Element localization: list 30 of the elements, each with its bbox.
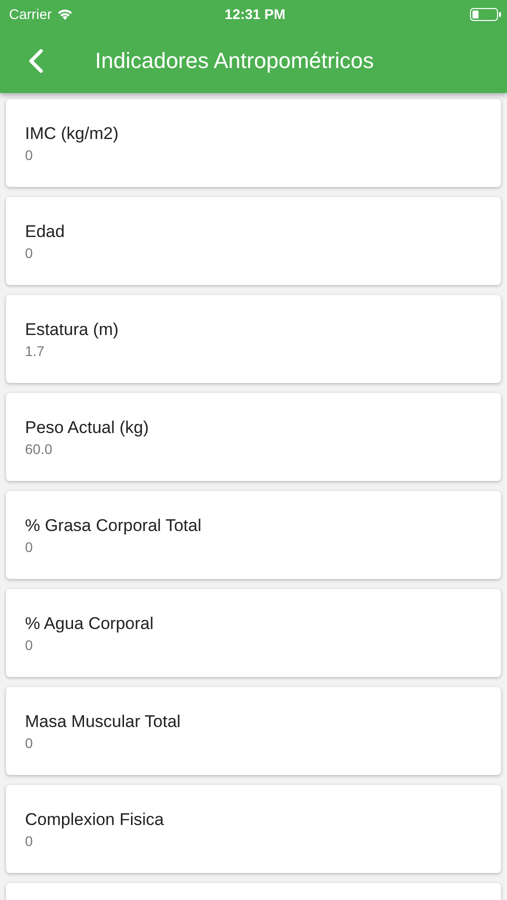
- indicator-card[interactable]: Peso Actual (kg) 60.0: [6, 393, 501, 481]
- indicator-value: 1.7: [25, 342, 46, 358]
- indicator-card[interactable]: Edad 0: [6, 197, 501, 285]
- indicator-card[interactable]: % Agua Corporal 0: [6, 589, 501, 677]
- indicator-label: Complexion Fisica: [25, 810, 165, 830]
- indicator-value: 0: [25, 146, 34, 162]
- indicator-value: 0: [25, 636, 34, 652]
- indicator-card[interactable]: Masa Muscular Total 0: [6, 687, 501, 775]
- screen-title: Indicadores Antropométricos: [95, 48, 374, 74]
- indicator-label: % Agua Corporal: [25, 614, 155, 634]
- indicator-value: 0: [25, 832, 34, 848]
- indicator-value: 60.0: [25, 440, 54, 456]
- wifi-icon: [56, 8, 73, 20]
- indicator-label: Edad: [25, 222, 66, 242]
- indicator-label: Peso Actual (kg): [25, 418, 150, 438]
- battery-icon: [470, 8, 502, 20]
- indicator-card[interactable]: % Grasa Corporal Total 0: [6, 491, 501, 579]
- status-time: 12:31 PM: [224, 6, 286, 22]
- indicator-label: IMC (kg/m2): [25, 124, 120, 144]
- indicator-label: % Grasa Corporal Total: [25, 516, 202, 536]
- back-icon: [28, 48, 44, 72]
- indicator-card[interactable]: IMC (kg/m2) 0: [6, 99, 501, 187]
- carrier-label: Carrier: [9, 6, 52, 22]
- indicator-label: Estatura (m): [25, 320, 120, 340]
- indicator-value: 0: [25, 538, 34, 554]
- indicator-card[interactable]: Complexion Fisica 0: [6, 785, 501, 873]
- indicator-value: 0: [25, 244, 34, 260]
- indicator-label: Masa Muscular Total: [25, 712, 182, 732]
- indicator-card[interactable]: Estatura (m) 1.7: [6, 295, 501, 383]
- indicator-value: 0: [25, 734, 34, 750]
